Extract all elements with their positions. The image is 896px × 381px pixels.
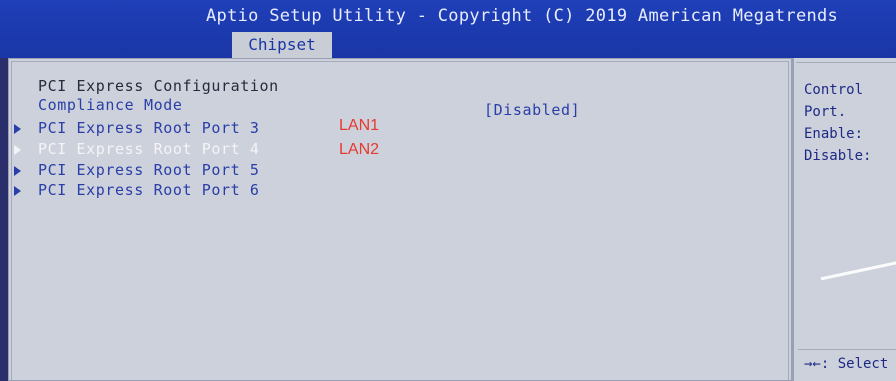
menu-item-label: PCI Express Root Port 5 — [38, 161, 260, 179]
help-text-line: Port. — [804, 104, 847, 120]
menu-item-label: PCI Express Root Port 4 — [38, 140, 260, 158]
bios-header: Aptio Setup Utility - Copyright (C) 2019… — [0, 0, 896, 58]
help-text-line: Disable: — [804, 148, 872, 164]
help-divider — [798, 349, 896, 350]
compliance-mode-label: Compliance Mode — [38, 96, 183, 114]
annotation-lan1: LAN1 — [339, 117, 380, 134]
app-title: Aptio Setup Utility - Copyright (C) 2019… — [206, 6, 839, 26]
help-panel: Control Port. Enable: Disable: →←: Selec… — [792, 58, 896, 381]
help-text-line: Control — [804, 82, 864, 98]
submenu-arrow-icon — [14, 124, 21, 134]
tab-chipset[interactable]: Chipset — [232, 32, 332, 58]
submenu-arrow-icon — [14, 186, 21, 196]
submenu-arrow-icon — [14, 166, 21, 176]
menu-item-label: PCI Express Root Port 3 — [38, 119, 260, 137]
menu-item-label: PCI Express Root Port 6 — [38, 181, 260, 199]
settings-panel: PCI Express Configuration Compliance Mod… — [8, 58, 792, 381]
help-text-line: Enable: — [804, 126, 864, 142]
key-hint-select: →←: Select — [804, 356, 889, 372]
annotation-lan2: LAN2 — [339, 141, 380, 158]
section-title: PCI Express Configuration — [38, 77, 279, 95]
compliance-mode-value[interactable]: [Disabled] — [484, 101, 580, 119]
submenu-arrow-icon — [14, 145, 21, 155]
